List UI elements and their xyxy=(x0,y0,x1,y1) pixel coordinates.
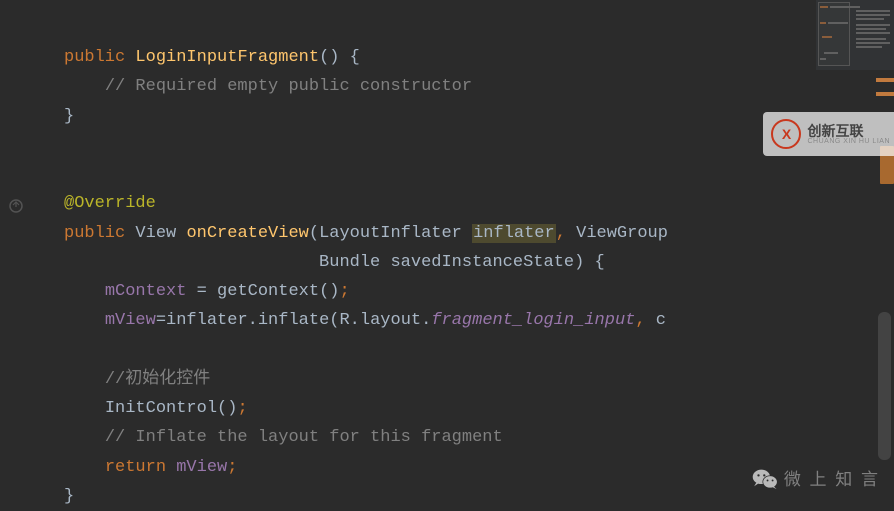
keyword-return: return xyxy=(105,458,166,477)
watermark-top-right: X 创新互联 CHUANG XIN HU LIAN xyxy=(763,112,894,156)
field-mview: mView xyxy=(176,458,227,477)
comment-empty-constructor: // Required empty public constructor xyxy=(105,77,472,96)
constructor-name: LoginInputFragment xyxy=(135,48,319,67)
ref-inflater: inflater xyxy=(166,311,248,330)
method-oncreateview: onCreateView xyxy=(186,224,308,243)
code-minimap[interactable] xyxy=(816,0,894,70)
annotation-override: @Override xyxy=(64,194,156,213)
field-mcontext: mContext xyxy=(105,282,187,301)
editor-gutter xyxy=(0,0,40,500)
marker[interactable] xyxy=(876,92,894,96)
marker[interactable] xyxy=(876,78,894,82)
return-type: View xyxy=(135,224,176,243)
override-gutter-icon[interactable] xyxy=(8,196,26,214)
param-type: ViewGroup xyxy=(576,224,668,243)
watermark-logo-icon: X xyxy=(771,119,801,149)
r-layout-prefix: R.layout. xyxy=(339,311,431,330)
watermark-bottom-right: 微 上 知 言 xyxy=(752,465,880,494)
keyword-public: public xyxy=(64,48,125,67)
watermark-en-text: CHUANG XIN HU LIAN xyxy=(807,138,890,145)
wechat-icon xyxy=(752,468,778,490)
call-inflate: inflate xyxy=(258,311,329,330)
field-mview: mView xyxy=(105,311,156,330)
watermark-cn-text: 创新互联 xyxy=(807,124,890,138)
code-area[interactable]: public LoginInputFragment() { // Require… xyxy=(64,14,894,511)
layout-resource-name: fragment_login_input xyxy=(431,311,635,330)
param-type: LayoutInflater xyxy=(319,224,462,243)
keyword-public: public xyxy=(64,224,125,243)
param-type: Bundle xyxy=(319,253,380,272)
call-initcontrol: InitControl xyxy=(105,399,217,418)
comment-inflate-layout: // Inflate the layout for this fragment xyxy=(105,428,503,447)
truncated-arg: c xyxy=(656,311,666,330)
vertical-scrollbar-thumb[interactable] xyxy=(878,312,891,460)
param-inflater-highlighted: inflater xyxy=(472,224,556,243)
param-savedinstancestate: savedInstanceState xyxy=(390,253,574,272)
watermark-text: 微 上 知 言 xyxy=(784,465,880,494)
call-getcontext: getContext xyxy=(217,282,319,301)
comment-init-controls: //初始化控件 xyxy=(105,370,210,389)
